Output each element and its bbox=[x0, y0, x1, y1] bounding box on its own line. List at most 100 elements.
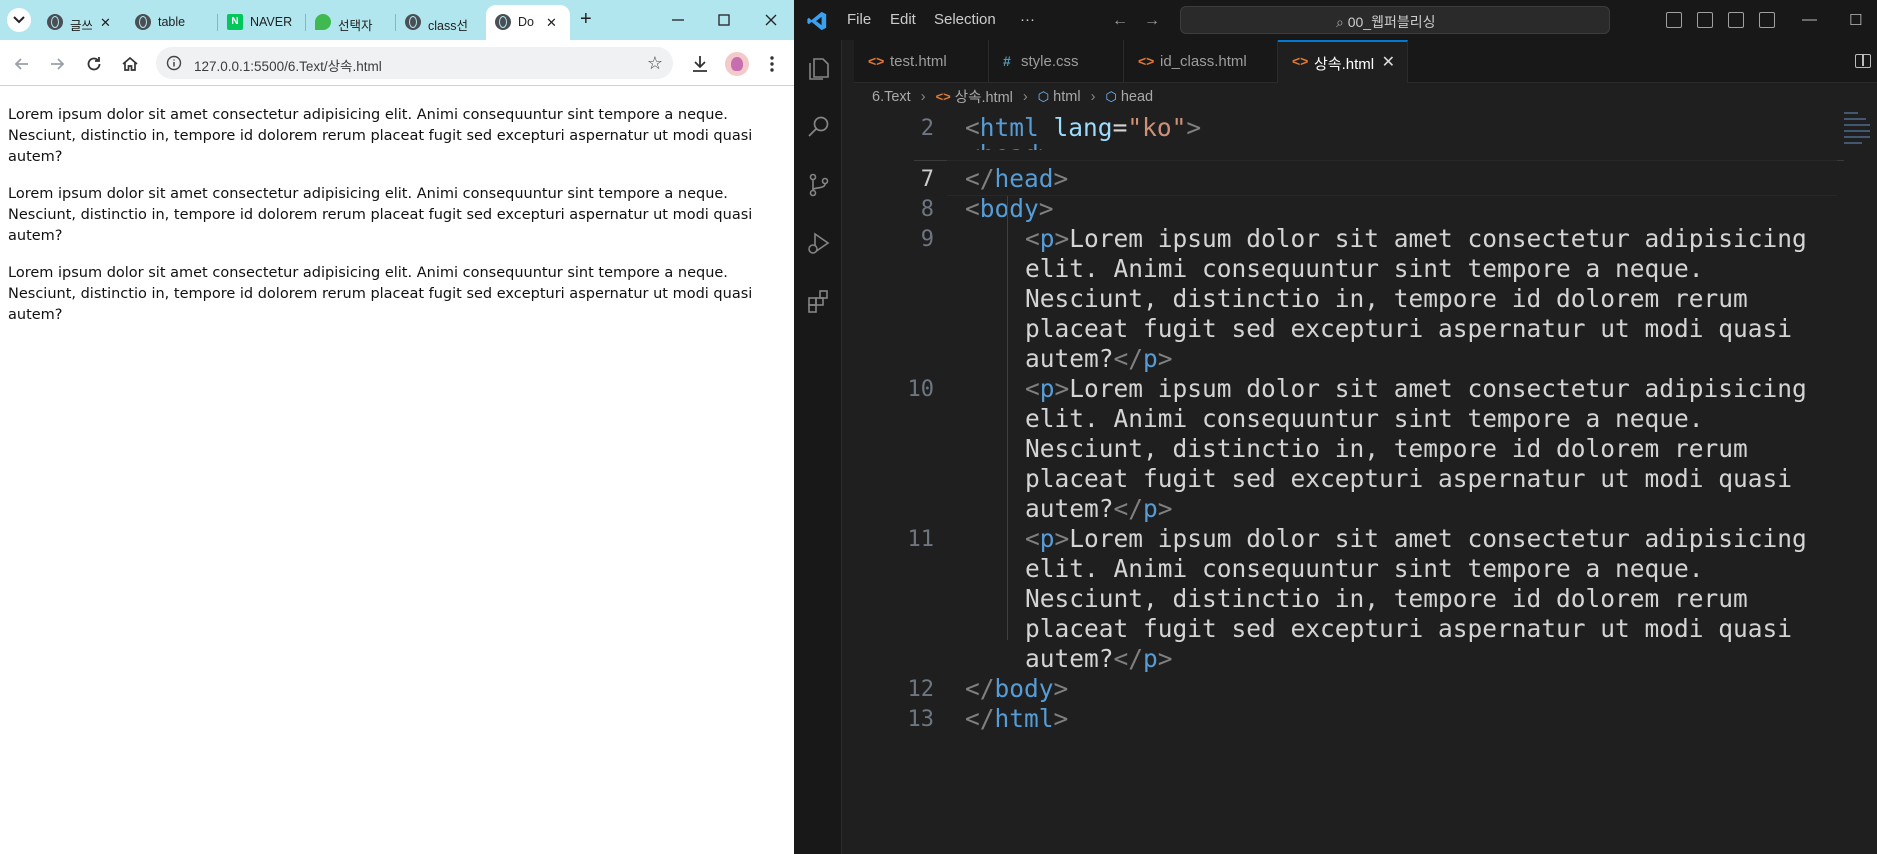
source-control-icon[interactable] bbox=[806, 172, 832, 198]
new-tab-button[interactable]: + bbox=[580, 9, 592, 29]
nav-forward-icon[interactable]: → bbox=[1144, 12, 1160, 30]
minimap-line bbox=[1844, 136, 1870, 138]
tab-label: test.html bbox=[890, 53, 947, 70]
breadcrumb-symbol[interactable]: head bbox=[1121, 89, 1153, 105]
code-line-wrap[interactable]: placeat fugit sed excepturi aspernatur u… bbox=[965, 614, 1792, 643]
profile-avatar[interactable] bbox=[725, 52, 749, 76]
close-window-icon[interactable] bbox=[759, 8, 783, 32]
minimize-icon[interactable]: — bbox=[1802, 11, 1817, 28]
explorer-icon[interactable] bbox=[806, 56, 832, 82]
html-file-icon: <> bbox=[1292, 53, 1309, 69]
code-line[interactable]: </html> bbox=[965, 704, 1068, 733]
breadcrumb-symbol[interactable]: html bbox=[1053, 89, 1080, 105]
line-number: 11 bbox=[907, 527, 935, 552]
vscode-window: File Edit Selection ··· ← → ⌕ 00_웹퍼블리싱 —… bbox=[794, 0, 1877, 854]
code-line[interactable]: </body> bbox=[965, 674, 1068, 703]
browser-tab[interactable]: N NAVER bbox=[218, 5, 306, 40]
browser-tab[interactable]: 글쓰 ✕ bbox=[38, 5, 120, 40]
workspace-name: 00_웹퍼블리싱 bbox=[1347, 14, 1436, 30]
globe-icon bbox=[135, 14, 151, 30]
breadcrumb: 6.Text › <> 상속.html › ⬡ html › ⬡ head bbox=[872, 86, 1153, 108]
menu-edit[interactable]: Edit bbox=[890, 11, 916, 28]
tab-label: style.css bbox=[1021, 53, 1079, 70]
line-number: 10 bbox=[907, 377, 935, 402]
line-number: 12 bbox=[907, 677, 935, 702]
line-number: 2 bbox=[920, 116, 934, 141]
address-bar[interactable]: 127.0.0.1:5500/6.Text/상속.html ☆ bbox=[156, 47, 673, 79]
chevron-down-icon bbox=[13, 16, 25, 24]
code-line-wrap[interactable]: Nesciunt, distinctio in, tempore id dolo… bbox=[965, 434, 1748, 463]
toggle-panel-icon[interactable] bbox=[1697, 12, 1713, 28]
page-content: Lorem ipsum dolor sit amet consectetur a… bbox=[0, 87, 794, 342]
editor-tab[interactable]: <> test.html bbox=[854, 40, 989, 83]
kebab-menu-icon[interactable] bbox=[760, 52, 784, 76]
code-line-wrap[interactable]: elit. Animi consequuntur sint tempore a … bbox=[965, 554, 1704, 583]
code-line-wrap[interactable]: placeat fugit sed excepturi aspernatur u… bbox=[965, 464, 1792, 493]
code-line-wrap[interactable]: Nesciunt, distinctio in, tempore id dolo… bbox=[965, 284, 1748, 313]
code-line[interactable]: </head> bbox=[965, 164, 1068, 193]
toggle-secondary-sidebar-icon[interactable] bbox=[1728, 12, 1744, 28]
maximize-icon[interactable]: ☐ bbox=[1849, 11, 1862, 29]
code-editor[interactable]: 2 <html lang="ko"> <head> 7 </head> 8 <b… bbox=[854, 110, 1854, 854]
sticky-scroll-line[interactable]: <html lang="ko"> bbox=[965, 113, 1201, 142]
breadcrumb-file[interactable]: 상속.html bbox=[955, 86, 1013, 107]
extensions-icon[interactable] bbox=[806, 288, 832, 314]
download-icon[interactable] bbox=[688, 52, 712, 76]
code-line-wrap[interactable]: elit. Animi consequuntur sint tempore a … bbox=[965, 254, 1704, 283]
split-editor-icon[interactable] bbox=[1855, 54, 1871, 68]
home-icon[interactable] bbox=[120, 54, 140, 74]
code-line[interactable]: <body> bbox=[965, 194, 1054, 223]
maximize-icon[interactable] bbox=[712, 8, 736, 32]
browser-toolbar: 127.0.0.1:5500/6.Text/상속.html ☆ bbox=[0, 40, 794, 86]
minimize-icon[interactable] bbox=[666, 8, 690, 32]
nav-back-icon[interactable]: ← bbox=[1112, 12, 1128, 30]
line-number: 8 bbox=[920, 197, 934, 222]
code-line-wrap[interactable]: placeat fugit sed excepturi aspernatur u… bbox=[965, 314, 1792, 343]
minimap[interactable] bbox=[1844, 110, 1874, 170]
symbol-element-icon: ⬡ bbox=[1037, 88, 1050, 104]
code-line-wrap[interactable]: elit. Animi consequuntur sint tempore a … bbox=[965, 404, 1704, 433]
url-text: 127.0.0.1:5500/6.Text/상속.html bbox=[194, 59, 382, 74]
code-line-wrap[interactable]: autem?</p> bbox=[965, 494, 1173, 523]
menu-file[interactable]: File bbox=[847, 11, 871, 28]
minimap-line bbox=[1844, 124, 1870, 126]
menu-selection[interactable]: Selection bbox=[934, 11, 996, 28]
menu-more[interactable]: ··· bbox=[1020, 11, 1035, 28]
browser-tab[interactable]: table bbox=[126, 5, 218, 40]
close-tab-icon[interactable]: ✕ bbox=[546, 15, 557, 31]
forward-icon[interactable] bbox=[47, 54, 67, 74]
editor-tab[interactable]: <> id_class.html bbox=[1124, 40, 1278, 83]
code-line[interactable]: <p>Lorem ipsum dolor sit amet consectetu… bbox=[965, 224, 1807, 253]
customize-layout-icon[interactable] bbox=[1759, 12, 1775, 28]
close-tab-icon[interactable]: ✕ bbox=[100, 15, 111, 31]
search-icon: ⌕ bbox=[1336, 14, 1344, 30]
code-line-wrap[interactable]: Nesciunt, distinctio in, tempore id dolo… bbox=[965, 584, 1748, 613]
browser-tab-active[interactable]: Do ✕ bbox=[486, 5, 570, 40]
tab-label: NAVER bbox=[250, 15, 293, 29]
tab-label: id_class.html bbox=[1160, 53, 1247, 70]
command-center-search[interactable]: ⌕ 00_웹퍼블리싱 bbox=[1180, 6, 1610, 34]
run-debug-icon[interactable] bbox=[806, 230, 832, 256]
reload-icon[interactable] bbox=[84, 54, 104, 74]
back-icon[interactable] bbox=[12, 54, 32, 74]
minimap-line bbox=[1844, 142, 1862, 144]
tab-label: 글쓰 bbox=[70, 19, 92, 33]
code-line[interactable]: <p>Lorem ipsum dolor sit amet consectetu… bbox=[965, 374, 1807, 403]
tab-search-button[interactable] bbox=[7, 8, 31, 32]
browser-tab[interactable]: class선 bbox=[396, 5, 486, 40]
search-icon[interactable] bbox=[806, 114, 832, 140]
minimap-line bbox=[1844, 118, 1866, 120]
code-line-wrap[interactable]: autem?</p> bbox=[965, 344, 1173, 373]
chevron-right-icon: › bbox=[1090, 88, 1096, 105]
close-icon[interactable]: ✕ bbox=[1382, 52, 1395, 72]
bookmark-star-icon[interactable]: ☆ bbox=[647, 53, 663, 74]
breadcrumb-folder[interactable]: 6.Text bbox=[872, 89, 911, 105]
toggle-sidebar-icon[interactable] bbox=[1666, 12, 1682, 28]
site-info-icon[interactable] bbox=[166, 55, 182, 71]
editor-tab[interactable]: # style.css bbox=[989, 40, 1124, 83]
code-line-wrap[interactable]: autem?</p> bbox=[965, 644, 1173, 673]
editor-tab-active[interactable]: <> 상속.html ✕ bbox=[1278, 40, 1408, 83]
code-line[interactable]: <p>Lorem ipsum dolor sit amet consectetu… bbox=[965, 524, 1807, 553]
browser-tab[interactable]: 선택자 bbox=[306, 5, 396, 40]
chevron-right-icon: › bbox=[1022, 88, 1028, 105]
